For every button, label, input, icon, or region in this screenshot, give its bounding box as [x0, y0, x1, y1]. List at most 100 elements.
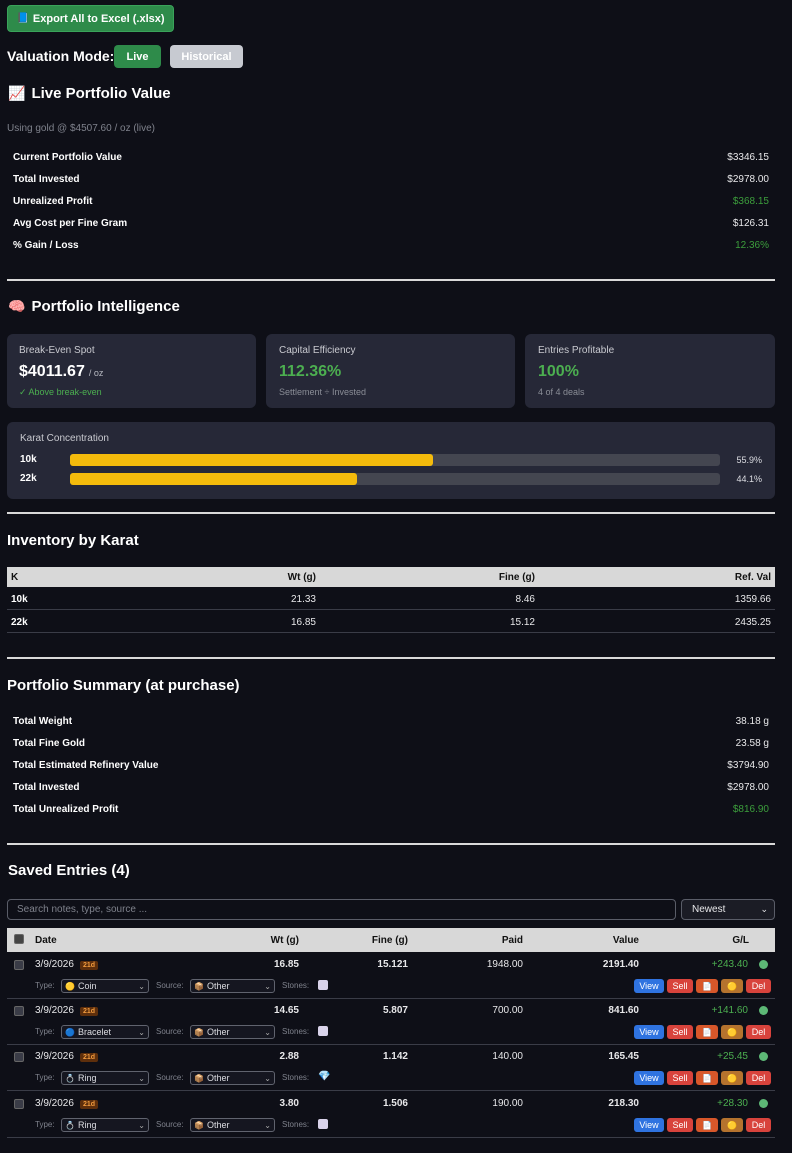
live-mode-button[interactable]: Live — [114, 45, 161, 68]
source-select[interactable]: 📦 Other ⌄ — [190, 979, 275, 993]
delete-button[interactable]: Del — [746, 1025, 771, 1039]
chevron-down-icon: ⌄ — [264, 1027, 271, 1037]
coin-button[interactable]: 🟡 — [721, 979, 743, 993]
entry-date: 3/9/2026 — [35, 1098, 74, 1109]
sell-button[interactable]: Sell — [667, 1025, 693, 1039]
live-row-value: 12.36% — [735, 240, 769, 251]
document-button[interactable]: 📄 — [696, 1071, 718, 1085]
live-row-label: Total Invested — [13, 174, 80, 185]
entry-gain-loss: +25.45 — [717, 1051, 748, 1062]
sell-button[interactable]: Sell — [667, 1118, 693, 1132]
summary-row-label: Total Unrealized Profit — [13, 804, 119, 815]
type-value: Bracelet — [77, 1027, 111, 1037]
box-icon: 📦 — [194, 1027, 204, 1037]
doc-icon: 📄 — [702, 981, 712, 991]
document-button[interactable]: 📄 — [696, 979, 718, 993]
entries-table-header: Date Wt (g) Fine (g) Paid Value G/L — [7, 928, 775, 952]
col-fine: Fine (g) — [498, 572, 535, 583]
view-button[interactable]: View — [634, 1118, 664, 1132]
coin-icon: 🟡 — [727, 981, 737, 991]
summary-row: Total Weight 38.18 g — [13, 716, 769, 727]
historical-mode-button[interactable]: Historical — [170, 45, 243, 68]
document-button[interactable]: 📄 — [696, 1118, 718, 1132]
coin-button[interactable]: 🟡 — [721, 1025, 743, 1039]
inventory-weight: 21.33 — [290, 594, 316, 605]
karat-bar-label: 22k — [20, 473, 37, 484]
entry-date: 3/9/2026 — [35, 959, 74, 970]
coin-icon: 🟡 — [727, 1120, 737, 1130]
view-button[interactable]: View — [634, 1025, 664, 1039]
entry-checkbox[interactable] — [14, 1006, 24, 1016]
stones-box-icon[interactable] — [318, 980, 328, 990]
entry-checkbox[interactable] — [14, 1099, 24, 1109]
export-excel-button[interactable]: 📘 Export All to Excel (.xlsx) — [7, 5, 174, 32]
entry-date: 3/9/2026 — [35, 1005, 74, 1016]
type-select[interactable]: 💍 Ring ⌄ — [61, 1071, 149, 1085]
book-icon: 📘 — [16, 13, 29, 24]
divider — [7, 843, 775, 845]
status-dot — [759, 960, 768, 969]
inventory-weight: 16.85 — [290, 617, 316, 628]
inventory-karat: 10k — [11, 594, 28, 605]
source-select[interactable]: 📦 Other ⌄ — [190, 1025, 275, 1039]
breakeven-unit: / oz — [88, 368, 104, 378]
efficiency-card: Capital Efficiency 112.36% Settlement ÷ … — [266, 334, 515, 408]
coin-icon: 🟡 — [727, 1073, 737, 1083]
intelligence-heading: 🧠 Portfolio Intelligence — [8, 298, 180, 315]
breakeven-value: $4011.67 — [19, 363, 85, 380]
entry-checkbox[interactable] — [14, 1052, 24, 1062]
delete-button[interactable]: Del — [746, 1071, 771, 1085]
type-label: Type: — [35, 981, 55, 990]
entry-age-badge: 21d — [80, 1007, 99, 1016]
summary-row-value: $816.90 — [732, 804, 769, 815]
entry-age-badge: 21d — [80, 1100, 99, 1109]
delete-button[interactable]: Del — [746, 1118, 771, 1132]
live-row-label: Avg Cost per Fine Gram — [13, 218, 128, 229]
stones-box-icon[interactable] — [318, 1026, 328, 1036]
stones-box-icon[interactable] — [318, 1119, 328, 1129]
karat-concentration-title: Karat Concentration — [20, 433, 109, 444]
sort-select[interactable]: Newest ⌄ — [681, 899, 775, 920]
entry-gain-loss: +243.40 — [711, 959, 748, 970]
profitable-card: Entries Profitable 100% 4 of 4 deals — [525, 334, 775, 408]
sell-button[interactable]: Sell — [667, 979, 693, 993]
type-select[interactable]: 💍 Ring ⌄ — [61, 1118, 149, 1132]
live-row-value: $368.15 — [732, 196, 769, 207]
entry-weight: 16.85 — [273, 959, 299, 970]
status-dot — [759, 1099, 768, 1108]
delete-button[interactable]: Del — [746, 979, 771, 993]
entry-weight: 3.80 — [279, 1098, 299, 1109]
stones-label: Stones: — [282, 981, 310, 990]
gem-icon[interactable]: 💎 — [318, 1071, 330, 1082]
entry-checkbox[interactable] — [14, 960, 24, 970]
entry-age-badge: 21d — [80, 1053, 99, 1062]
summary-row: Total Unrealized Profit $816.90 — [13, 804, 769, 815]
col-fine: Fine (g) — [371, 935, 408, 946]
document-button[interactable]: 📄 — [696, 1025, 718, 1039]
entry-row: 3/9/2026 21d 14.65 5.807 700.00 841.60 +141.60… — [7, 999, 775, 1045]
live-row: Avg Cost per Fine Gram $126.31 — [13, 218, 769, 229]
live-row-label: Current Portfolio Value — [13, 152, 122, 163]
source-label: Source: — [156, 1027, 184, 1036]
coin-button[interactable]: 🟡 — [721, 1118, 743, 1132]
type-select[interactable]: 🟡 Coin ⌄ — [61, 979, 149, 993]
view-button[interactable]: View — [634, 1071, 664, 1085]
search-input[interactable]: Search notes, type, source ... — [7, 899, 676, 920]
type-label: Type: — [35, 1120, 55, 1129]
summary-row-value: 38.18 g — [735, 716, 769, 727]
type-select[interactable]: 🔵 Bracelet ⌄ — [61, 1025, 149, 1039]
source-select[interactable]: 📦 Other ⌄ — [190, 1071, 275, 1085]
coin-button[interactable]: 🟡 — [721, 1071, 743, 1085]
summary-row: Total Invested $2978.00 — [13, 782, 769, 793]
profitable-value: 100% — [538, 363, 579, 380]
entry-paid: 700.00 — [492, 1005, 523, 1016]
sell-button[interactable]: Sell — [667, 1071, 693, 1085]
source-select[interactable]: 📦 Other ⌄ — [190, 1118, 275, 1132]
select-all-checkbox[interactable] — [14, 934, 24, 944]
breakeven-card: Break-Even Spot $4011.67 / oz ✓ Above br… — [7, 334, 256, 408]
view-button[interactable]: View — [634, 979, 664, 993]
source-label: Source: — [156, 1073, 184, 1082]
entry-gain-loss: +141.60 — [711, 1005, 748, 1016]
entry-fine: 1.506 — [382, 1098, 408, 1109]
live-row-label: % Gain / Loss — [13, 240, 79, 251]
